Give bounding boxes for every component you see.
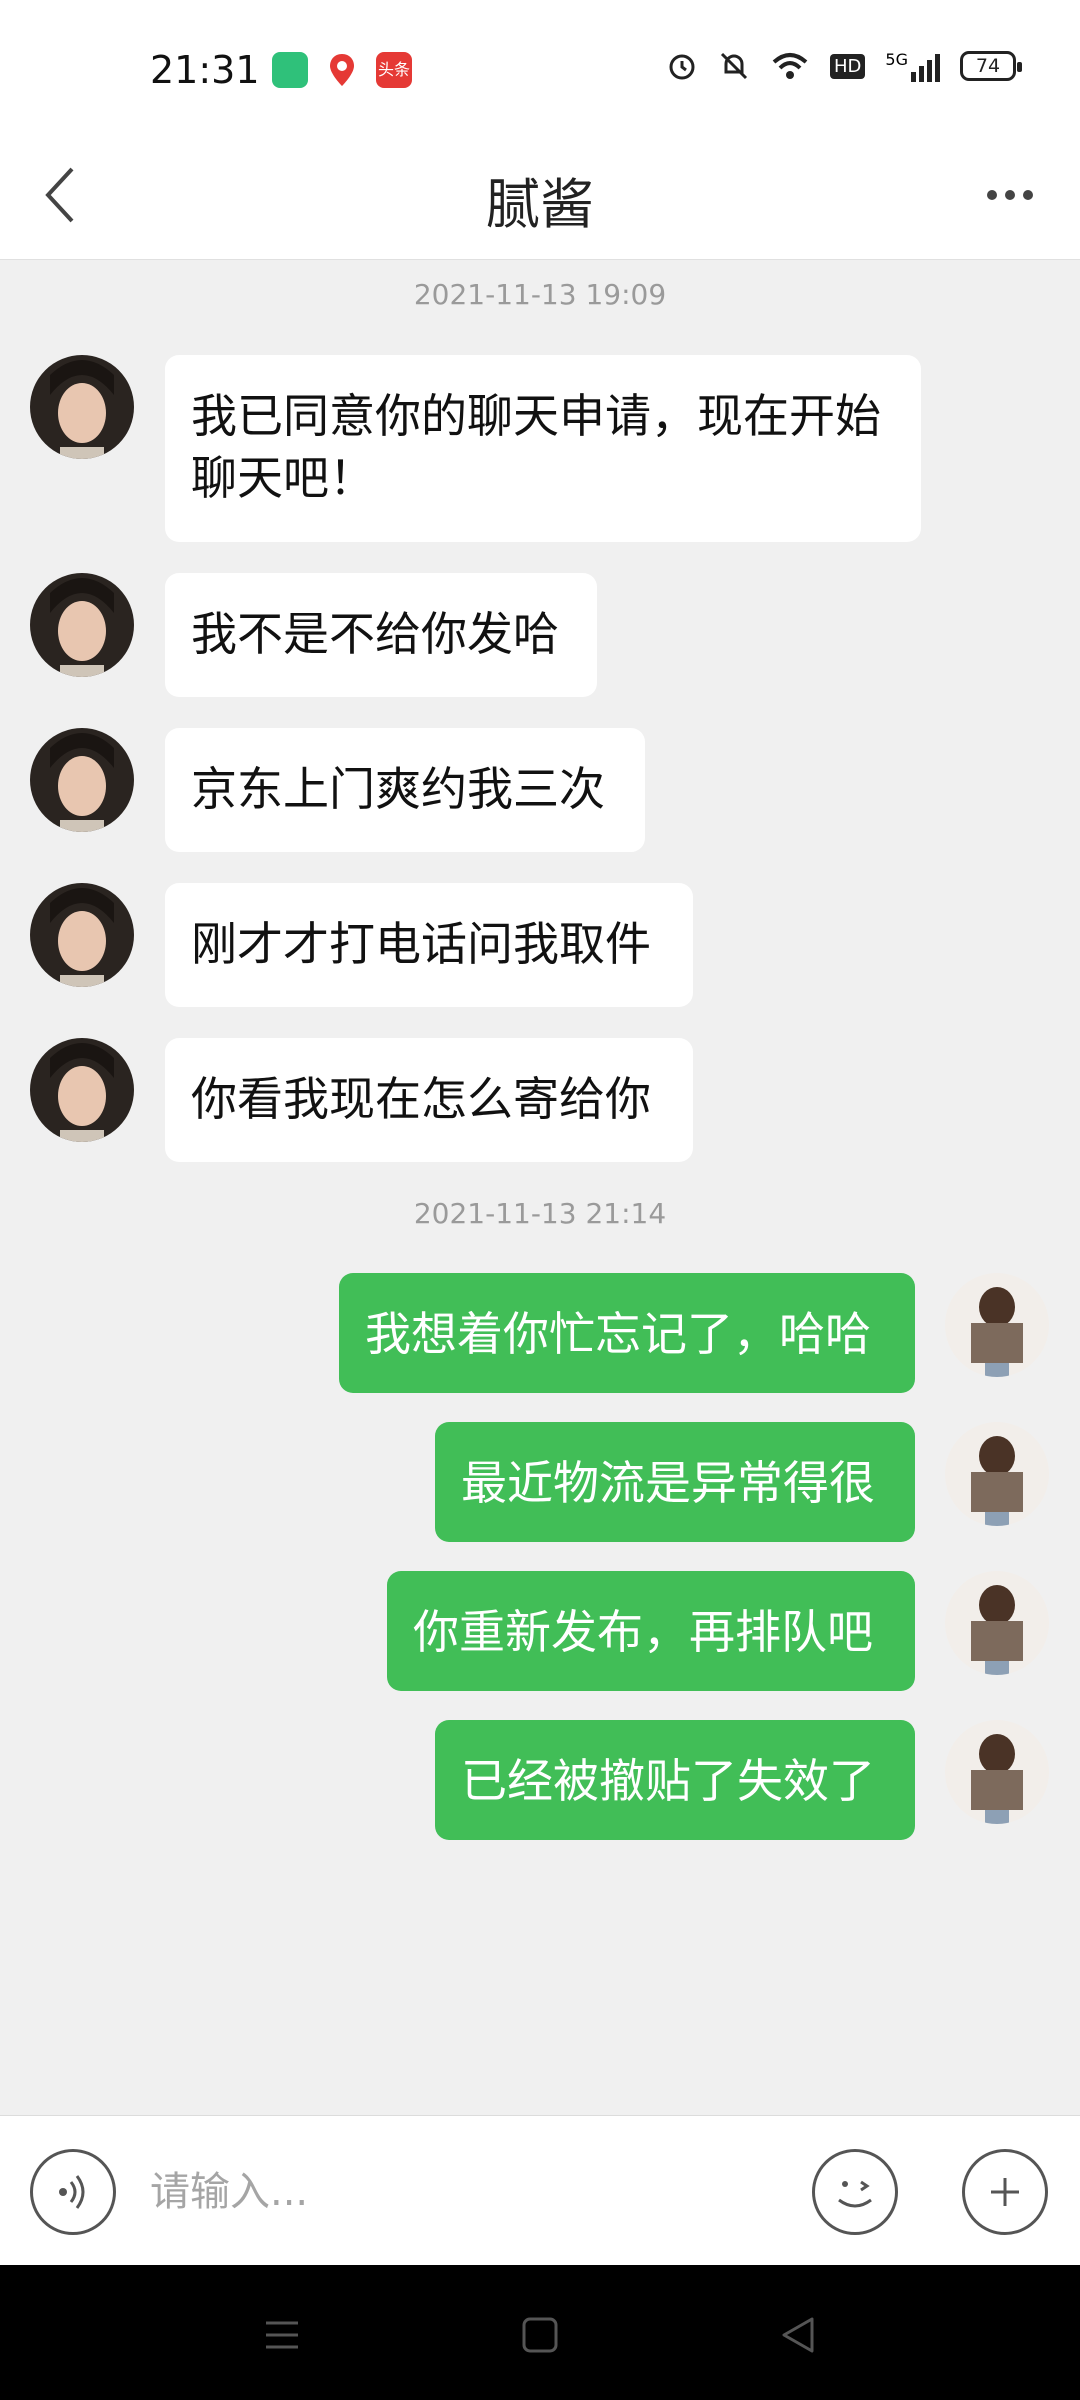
- contact-avatar[interactable]: [30, 728, 134, 832]
- voice-input-button[interactable]: [30, 2149, 116, 2235]
- received-message[interactable]: 刚才才打电话问我取件: [165, 883, 693, 1007]
- user-avatar[interactable]: [945, 1273, 1049, 1377]
- user-avatar[interactable]: [945, 1571, 1049, 1675]
- more-options-button[interactable]: [960, 155, 1060, 235]
- contact-avatar[interactable]: [30, 573, 134, 677]
- more-dots-icon: [987, 190, 997, 200]
- chat-header: 腻酱: [0, 130, 1080, 260]
- contact-avatar[interactable]: [30, 1038, 134, 1142]
- received-message[interactable]: 你看我现在怎么寄给你: [165, 1038, 693, 1162]
- battery-level: 74: [975, 55, 1001, 77]
- user-avatar[interactable]: [945, 1720, 1049, 1824]
- message-input[interactable]: 请输入...: [150, 2156, 770, 2228]
- signal-icon: 5G: [885, 50, 940, 82]
- home-square-icon: [522, 2317, 558, 2353]
- menu-icon: [266, 2321, 298, 2349]
- chat-title: 腻酱: [486, 173, 594, 236]
- received-message[interactable]: 我已同意你的聊天申请，现在开始聊天吧！: [165, 355, 921, 542]
- contact-avatar[interactable]: [30, 355, 134, 459]
- plus-icon: [991, 2178, 1019, 2206]
- emoji-button[interactable]: [812, 2149, 898, 2235]
- network-label: 5G: [885, 50, 908, 69]
- timestamp: 2021-11-13 21:14: [413, 1197, 667, 1230]
- voice-icon: [59, 2175, 85, 2209]
- received-message[interactable]: 我不是不给你发哈: [165, 573, 597, 697]
- menu-nav-button[interactable]: [242, 2295, 322, 2375]
- sent-message[interactable]: 最近物流是异常得很: [435, 1422, 915, 1542]
- battery-icon: 74: [960, 51, 1022, 81]
- mute-bell-icon: [720, 52, 748, 80]
- sent-message[interactable]: 你重新发布，再排队吧: [387, 1571, 915, 1691]
- sent-message[interactable]: 已经被撤贴了失效了: [435, 1720, 915, 1840]
- back-nav-button[interactable]: [758, 2295, 838, 2375]
- wifi-icon: [772, 53, 808, 79]
- back-triangle-icon: [782, 2317, 814, 2353]
- location-app-icon: [328, 52, 356, 88]
- user-avatar[interactable]: [945, 1422, 1049, 1526]
- hd-icon: HD: [830, 53, 866, 79]
- message-input-bar: 请输入...: [0, 2115, 1080, 2265]
- received-message[interactable]: 京东上门爽约我三次: [165, 728, 645, 852]
- emoji-icon: [838, 2180, 872, 2208]
- contact-avatar[interactable]: [30, 883, 134, 987]
- alarm-icon: [669, 54, 695, 80]
- sent-message[interactable]: 我想着你忙忘记了，哈哈: [339, 1273, 915, 1393]
- status-icons: HD 5G 74: [666, 50, 1022, 82]
- more-actions-button[interactable]: [962, 2149, 1048, 2235]
- status-bar: 21:31 头条 HD 5G 74: [0, 0, 1080, 130]
- home-nav-button[interactable]: [500, 2295, 580, 2375]
- app-store-icon: [272, 52, 308, 88]
- system-nav-bar: [0, 2265, 1080, 2400]
- status-time: 21:31: [150, 48, 260, 92]
- chat-history[interactable]: 2021-11-13 19:09 我已同意你的聊天申请，现在开始聊天吧！ 我不是…: [0, 260, 1080, 2115]
- timestamp: 2021-11-13 19:09: [413, 278, 667, 311]
- news-app-icon: 头条: [376, 52, 412, 88]
